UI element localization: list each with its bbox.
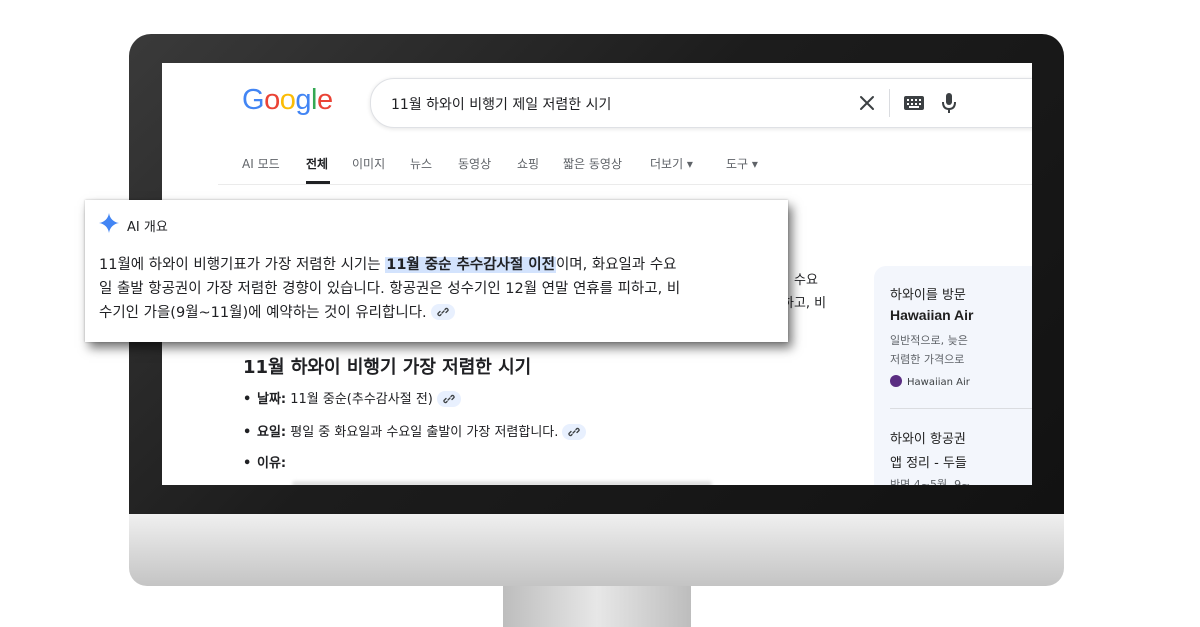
tab-more[interactable]: 더보기 ▾ xyxy=(650,155,693,172)
logo-letter: g xyxy=(295,84,311,116)
bullet-label: 요일: xyxy=(257,425,287,440)
side-card-divider xyxy=(890,408,1032,409)
ai-text-line: 11월에 하와이 비행기표가 가장 저렴한 시기는 11월 중순 추수감사절 이… xyxy=(99,253,779,277)
ai-sparkle-icon xyxy=(99,213,119,233)
faded-text-line xyxy=(292,481,712,485)
ai-text: 수기인 가을(9월~11월)에 예약하는 것이 유리합니다. xyxy=(99,305,427,321)
list-item: • 이유: xyxy=(243,456,287,471)
tab-news[interactable]: 뉴스 xyxy=(410,155,432,172)
link-icon xyxy=(436,307,449,317)
background-text: 수요 xyxy=(794,273,818,288)
side-card-snippet: 반면 4~5월, 9~ xyxy=(890,478,971,485)
side-card-title[interactable]: 하와이 항공권 xyxy=(890,428,966,447)
side-result-card[interactable]: 하와이를 방문 Hawaiian Air 일반적으로, 늦은 저렴한 가격으로 … xyxy=(874,266,1032,485)
tab-videos[interactable]: 동영상 xyxy=(458,155,491,172)
search-box[interactable]: 11월 하와이 비행기 제일 저렴한 시기 xyxy=(370,78,1032,128)
ai-text-line: 일 출발 항공권이 가장 저렴한 경향이 있습니다. 항공권은 성수기인 12월… xyxy=(99,281,681,297)
tab-tools[interactable]: 도구 ▾ xyxy=(726,155,758,172)
microphone-icon[interactable] xyxy=(941,91,957,115)
side-card-title[interactable]: 하와이를 방문 xyxy=(890,284,966,303)
ai-overview-label: AI 개요 xyxy=(127,220,168,235)
logo-letter: G xyxy=(242,84,265,116)
source-link-chip[interactable] xyxy=(562,423,587,440)
source-link-chip[interactable] xyxy=(430,304,455,320)
google-logo[interactable]: Google xyxy=(242,84,333,117)
list-item: • 요일: 평일 중 화요일과 수요일 출발이 가장 저렴합니다. xyxy=(243,421,587,441)
ai-text-line: 수기인 가을(9월~11월)에 예약하는 것이 유리합니다. xyxy=(99,301,779,325)
keyboard-icon[interactable] xyxy=(903,95,925,111)
search-input[interactable]: 11월 하와이 비행기 제일 저렴한 시기 xyxy=(391,94,611,114)
tab-shopping[interactable]: 쇼핑 xyxy=(517,155,539,172)
logo-letter: o xyxy=(279,84,296,116)
bullet-text: 11월 중순(추수감사절 전) xyxy=(286,392,433,407)
list-item: • 날짜: 11월 중순(추수감사절 전) xyxy=(243,388,461,408)
ai-overview-text: 11월에 하와이 비행기표가 가장 저렴한 시기는 11월 중순 추수감사절 이… xyxy=(99,253,779,325)
close-icon[interactable] xyxy=(857,93,877,113)
link-icon xyxy=(443,394,455,403)
side-card-source-name: Hawaiian Air xyxy=(907,377,970,388)
background-text: 하고, 비 xyxy=(782,296,827,311)
ai-text: 11월에 하와이 비행기표가 가장 저렴한 시기는 xyxy=(99,257,386,273)
link-icon xyxy=(568,427,581,436)
hawaiian-airlines-icon xyxy=(890,375,902,387)
section-title: 11월 하와이 비행기 가장 저렴한 시기 xyxy=(243,357,532,378)
tabs-divider xyxy=(218,184,1032,185)
bullet-label: 날짜: xyxy=(257,392,287,407)
tab-short-videos[interactable]: 짧은 동영상 xyxy=(563,155,622,172)
side-card-source[interactable]: Hawaiian Air xyxy=(890,375,970,388)
logo-letter: o xyxy=(264,84,280,116)
logo-letter: e xyxy=(316,84,333,116)
search-divider xyxy=(889,89,890,117)
bullet-label: 이유: xyxy=(257,456,287,471)
side-card-title[interactable]: Hawaiian Air xyxy=(890,307,974,323)
ai-highlight: 11월 중순 추수감사절 이전 xyxy=(385,257,556,273)
side-card-snippet: 일반적으로, 늦은 xyxy=(890,334,968,347)
tab-ai-mode[interactable]: AI 모드 xyxy=(242,155,280,172)
side-card-title[interactable]: 앱 정리 - 두들 xyxy=(890,452,967,471)
monitor-chin xyxy=(129,514,1064,586)
monitor-stand xyxy=(503,586,691,627)
tab-all[interactable]: 전체 xyxy=(306,155,328,172)
source-link-chip[interactable] xyxy=(436,390,461,407)
bullet-text: 평일 중 화요일과 수요일 출발이 가장 저렴합니다. xyxy=(286,425,559,440)
ai-overview-card: AI 개요 11월에 하와이 비행기표가 가장 저렴한 시기는 11월 중순 추… xyxy=(85,200,788,342)
tab-images[interactable]: 이미지 xyxy=(352,155,385,172)
side-card-snippet: 저렴한 가격으로 xyxy=(890,353,965,366)
ai-text: 이며, 화요일과 수요 xyxy=(555,257,677,273)
